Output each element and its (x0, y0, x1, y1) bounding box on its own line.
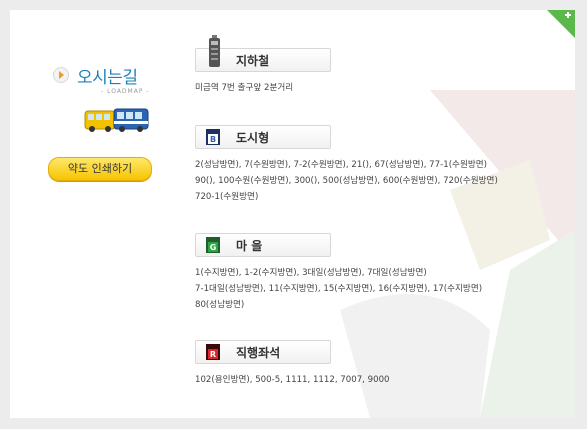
bus-g-icon: G (206, 237, 220, 253)
svg-text:R: R (210, 350, 216, 359)
page-title: 오시는길 (77, 68, 138, 88)
section-text-subway: 미금역 7번 출구앞 2분거리 (195, 80, 565, 96)
section-title-express-bus: 직행좌석 (236, 346, 281, 360)
svg-text:G: G (210, 243, 217, 252)
print-map-button[interactable]: 약도 인쇄하기 (48, 157, 152, 181)
bus-r-icon: R (206, 344, 220, 360)
buses-illustration-icon (84, 108, 149, 132)
subway-icon (209, 35, 220, 67)
section-title-subway: 지하철 (236, 54, 270, 68)
route-line: 2(성남방면), 7(수원방면), 7-2(수원방면), 21(), 67(성남… (195, 160, 488, 170)
content-panel: 오시는길 - LOADMAP - 약도 인쇄하기 지하철 미금역 7번 출구앞 … (10, 10, 575, 418)
section-city-bus: B 도시형 2(성남방면), 7(수원방면), 7-2(수원방면), 21(),… (195, 125, 575, 205)
section-text-express-bus: 102(용인방면), 500-5, 1111, 1112, 7007, 9000 (195, 372, 565, 388)
page-subtitle: - LOADMAP - (101, 88, 150, 95)
section-header-village-bus: G 마 을 (195, 233, 331, 257)
route-line: 1(수지방면), 1-2(수지방면), 3대일(성남방면), 7대일(성남방면) (195, 268, 427, 278)
section-text-village-bus: 1(수지방면), 1-2(수지방면), 3대일(성남방면), 7대일(성남방면)… (195, 265, 565, 313)
section-subway: 지하철 미금역 7번 출구앞 2분거리 (195, 35, 575, 96)
section-title-village-bus: 마 을 (236, 239, 263, 253)
section-header-city-bus: B 도시형 (195, 125, 331, 149)
bus-b-icon: B (206, 129, 220, 145)
route-line: 102(용인방면), 500-5, 1111, 1112, 7007, 9000 (195, 375, 390, 385)
route-line: 90(), 100수원(수원방면), 300(), 500(성남방면), 600… (195, 176, 498, 186)
route-line: 80(성남방면) (195, 300, 245, 310)
corner-plus-icon[interactable] (547, 10, 575, 38)
section-express-bus: R 직행좌석 102(용인방면), 500-5, 1111, 1112, 700… (195, 340, 575, 388)
svg-text:B: B (210, 135, 216, 144)
route-line: 7-1대일(성남방면), 11(수지방면), 15(수지방면), 16(수지방면… (195, 284, 483, 294)
arrow-right-icon (53, 67, 69, 83)
section-village-bus: G 마 을 1(수지방면), 1-2(수지방면), 3대일(성남방면), 7대일… (195, 233, 575, 313)
section-text-city-bus: 2(성남방면), 7(수원방면), 7-2(수원방면), 21(), 67(성남… (195, 157, 565, 205)
section-header-subway: 지하철 (195, 35, 331, 72)
route-line: 미금역 7번 출구앞 2분거리 (195, 83, 294, 93)
route-line: 720-1(수원방면) (195, 192, 259, 202)
section-header-express-bus: R 직행좌석 (195, 340, 331, 364)
section-title-city-bus: 도시형 (236, 131, 270, 145)
